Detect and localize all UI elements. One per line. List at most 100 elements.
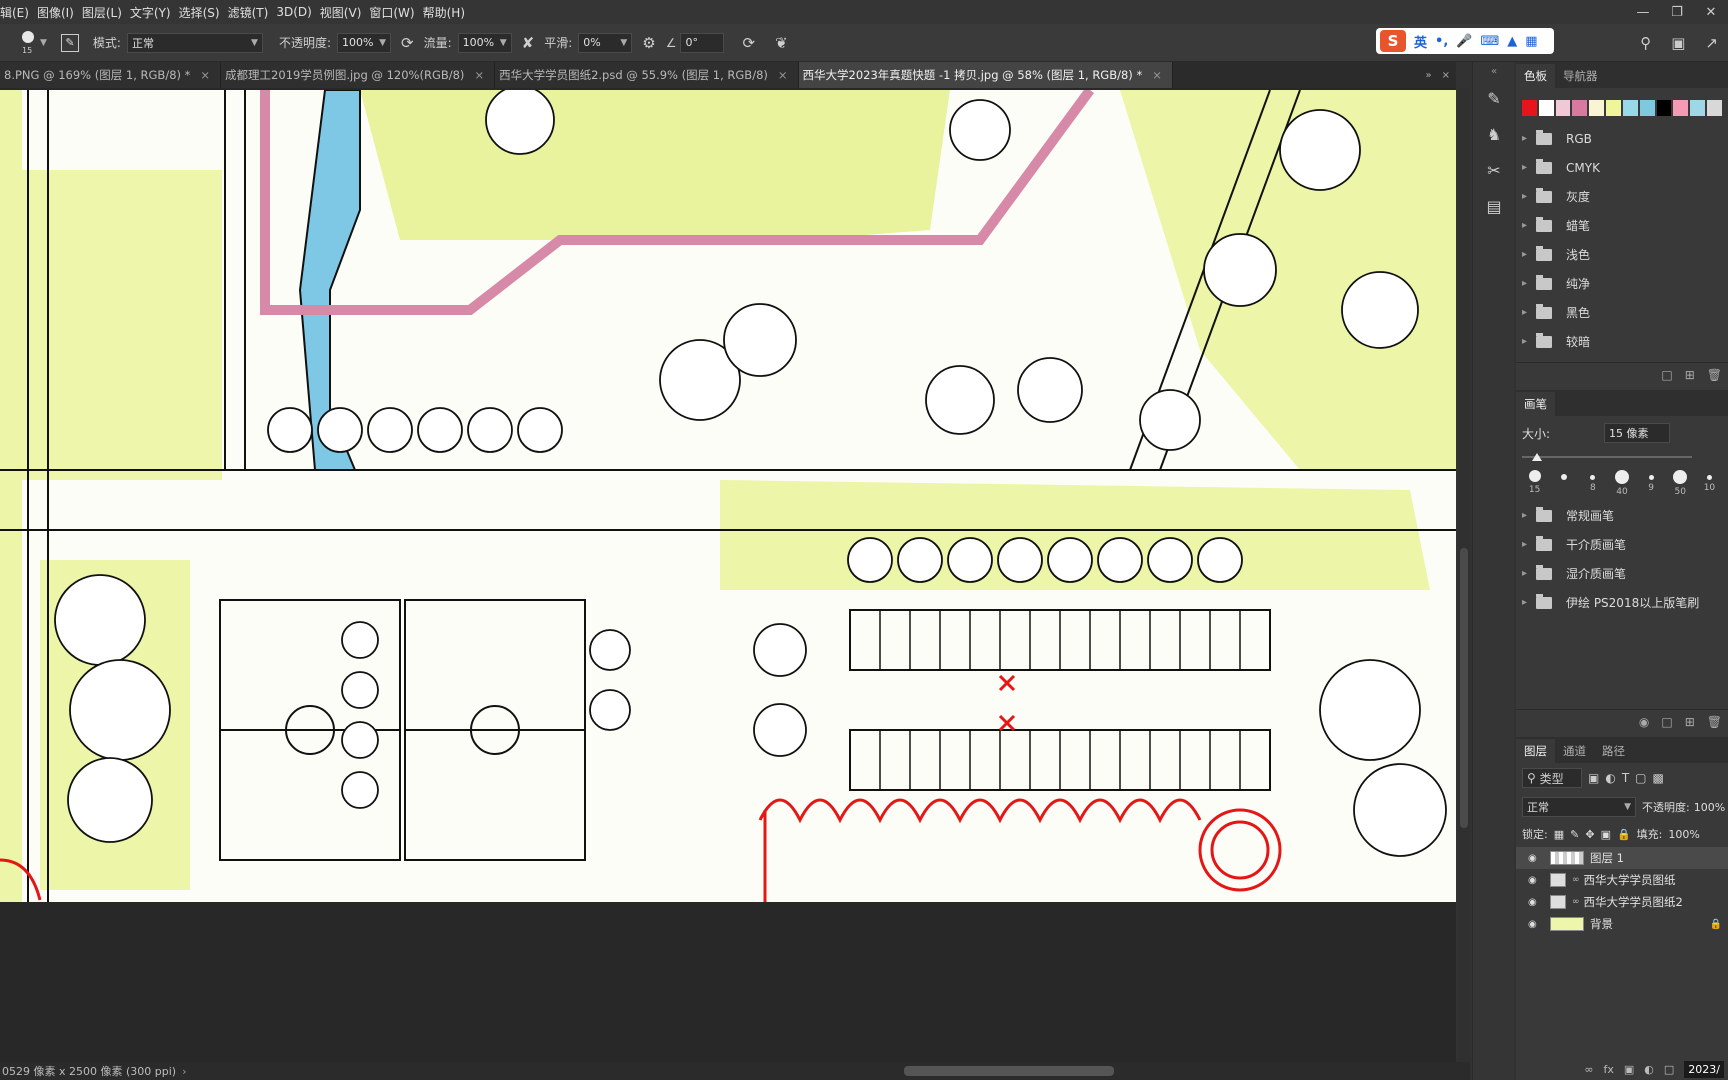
airbrush-icon[interactable]: ✘: [522, 34, 535, 52]
swatch-group[interactable]: ▸ 纯净: [1516, 269, 1728, 298]
tab-doc-3[interactable]: 西华大学学员图纸2.psd @ 55.9% (图层 1, RGB/8) ×: [495, 62, 799, 88]
brush-group[interactable]: ▸ 湿介质画笔: [1516, 559, 1728, 588]
clone-source-icon[interactable]: ♞: [1473, 116, 1515, 152]
tab-brushes[interactable]: 画笔: [1516, 392, 1555, 416]
menu-layer[interactable]: 图层(L): [82, 4, 130, 21]
scroll-thumb[interactable]: [1460, 548, 1468, 828]
close-icon[interactable]: ×: [200, 68, 210, 82]
close-window-icon[interactable]: ✕: [1694, 0, 1728, 24]
color-swatch[interactable]: [1690, 100, 1706, 116]
ime-language[interactable]: 英: [1414, 32, 1427, 51]
new-group-icon[interactable]: □: [1664, 1063, 1674, 1076]
properties-icon[interactable]: ▤: [1473, 188, 1515, 224]
eye-icon[interactable]: ◉: [1528, 875, 1542, 886]
color-swatch[interactable]: [1707, 100, 1722, 116]
brush-preset[interactable]: 40: [1609, 470, 1634, 497]
color-swatch[interactable]: [1538, 100, 1554, 116]
search-icon[interactable]: ⚲: [1640, 34, 1651, 52]
layer-opacity-value[interactable]: 100%: [1694, 801, 1725, 814]
vertical-scrollbar[interactable]: [1458, 88, 1470, 1062]
layer-row[interactable]: ◉ 背景 🔒: [1516, 913, 1728, 935]
layer-kind-filter[interactable]: ⚲ 类型: [1522, 768, 1582, 788]
share-icon[interactable]: ↗: [1705, 34, 1718, 52]
tab-doc-4-active[interactable]: 西华大学2023年真题快题 -1 拷贝.jpg @ 58% (图层 1, RGB…: [798, 62, 1173, 88]
color-swatch[interactable]: [1555, 100, 1571, 116]
brush-group[interactable]: ▸ 常规画笔: [1516, 501, 1728, 530]
layer-row[interactable]: ◉ ∞ 西华大学学员图纸: [1516, 869, 1728, 891]
pressure-opacity-icon[interactable]: ⟳: [401, 34, 414, 52]
restore-icon[interactable]: ❐: [1660, 0, 1694, 24]
lock-transparency-icon[interactable]: ▦: [1554, 828, 1564, 841]
menu-edit[interactable]: 辑(E): [0, 4, 37, 21]
microphone-icon[interactable]: 🎤: [1456, 34, 1472, 49]
tab-navigator[interactable]: 导航器: [1555, 64, 1606, 88]
new-group-icon[interactable]: □: [1661, 715, 1672, 729]
brush-size-slider[interactable]: [1522, 450, 1722, 464]
filter-smart-icon[interactable]: ▩: [1653, 771, 1664, 785]
close-icon[interactable]: ×: [778, 68, 788, 82]
brush-preset-picker[interactable]: 15: [14, 28, 40, 58]
eye-icon[interactable]: ◉: [1528, 853, 1542, 864]
minimize-icon[interactable]: —: [1626, 0, 1660, 24]
swatch-group[interactable]: ▸ 较暗: [1516, 327, 1728, 356]
menu-filter[interactable]: 滤镜(T): [228, 4, 277, 21]
filter-pixel-icon[interactable]: ▣: [1588, 771, 1599, 785]
tool-presets-icon[interactable]: ✂: [1473, 152, 1515, 188]
tab-doc-1[interactable]: 8.PNG @ 169% (图层 1, RGB/8) * ×: [0, 62, 222, 88]
ime-toolbar[interactable]: S 英 •, 🎤 ⌨ ▲ ▦: [1376, 28, 1554, 54]
lock-artboard-icon[interactable]: ▣: [1601, 828, 1611, 841]
opacity-field[interactable]: 100% ▼: [337, 32, 392, 53]
trash-icon[interactable]: 🗑: [1707, 715, 1722, 729]
brush-size-field[interactable]: 15 像素: [1604, 423, 1671, 443]
eye-icon[interactable]: ◉: [1528, 897, 1542, 908]
layer-row[interactable]: ◉ ∞ 西华大学学员图纸2: [1516, 891, 1728, 913]
brush-preset[interactable]: 50: [1668, 470, 1693, 497]
pressure-size-icon[interactable]: ⟳: [742, 34, 755, 52]
tab-swatches[interactable]: 色板: [1516, 64, 1555, 88]
smoothing-field[interactable]: 0% ▼: [578, 32, 633, 53]
symmetry-butterfly-icon[interactable]: ❦: [775, 34, 788, 52]
brush-preset[interactable]: 15: [1522, 470, 1547, 497]
flow-field[interactable]: 100% ▼: [457, 32, 512, 53]
mode-select[interactable]: 正常 ▼: [126, 32, 263, 53]
canvas-area[interactable]: [0, 88, 1456, 1062]
document-canvas[interactable]: [0, 90, 1456, 902]
swatch-group[interactable]: ▸ RGB: [1516, 124, 1728, 153]
color-swatch[interactable]: [1639, 100, 1655, 116]
close-icon[interactable]: ×: [1442, 70, 1450, 81]
color-swatch[interactable]: [1673, 100, 1689, 116]
fill-value[interactable]: 100%: [1668, 828, 1699, 841]
tab-layers[interactable]: 图层: [1516, 739, 1555, 763]
menu-view[interactable]: 视图(V): [320, 4, 370, 21]
collapse-panels-icon[interactable]: »: [1425, 70, 1431, 81]
mask-icon[interactable]: ▣: [1624, 1063, 1634, 1076]
lock-paint-icon[interactable]: ✎: [1570, 828, 1579, 841]
swatch-group[interactable]: ▸ CMYK: [1516, 153, 1728, 182]
ime-punctuation[interactable]: •,: [1435, 34, 1448, 49]
toggle-preview-icon[interactable]: ◉: [1639, 715, 1649, 729]
brush-settings-icon[interactable]: ✎: [60, 33, 79, 52]
color-swatch[interactable]: [1522, 100, 1537, 116]
lock-all-icon[interactable]: 🔒: [1617, 828, 1631, 841]
collapse-icon[interactable]: «: [1473, 62, 1515, 80]
color-swatch[interactable]: [1656, 100, 1672, 116]
new-swatch-icon[interactable]: ⊞: [1685, 368, 1695, 382]
tab-paths[interactable]: 路径: [1594, 739, 1633, 763]
horizontal-scrollbar[interactable]: [904, 1066, 1114, 1076]
menu-select[interactable]: 选择(S): [179, 4, 228, 21]
brush-preset[interactable]: 10: [1697, 470, 1722, 497]
new-group-icon[interactable]: □: [1661, 368, 1672, 382]
menu-window[interactable]: 窗口(W): [369, 4, 422, 21]
skin-shirt-icon[interactable]: ▲: [1507, 34, 1517, 49]
brush-preset[interactable]: 9: [1639, 470, 1664, 497]
close-icon[interactable]: ×: [474, 68, 484, 82]
swatch-group[interactable]: ▸ 灰度: [1516, 182, 1728, 211]
brush-group[interactable]: ▸ 干介质画笔: [1516, 530, 1728, 559]
swatch-group[interactable]: ▸ 蜡笔: [1516, 211, 1728, 240]
menu-image[interactable]: 图像(I): [37, 4, 82, 21]
color-swatch[interactable]: [1589, 100, 1605, 116]
filter-type-icon[interactable]: T: [1622, 771, 1629, 785]
lock-move-icon[interactable]: ✥: [1585, 828, 1594, 841]
adjustment-icon[interactable]: ◐: [1644, 1063, 1654, 1076]
fx-icon[interactable]: fx: [1603, 1063, 1613, 1076]
